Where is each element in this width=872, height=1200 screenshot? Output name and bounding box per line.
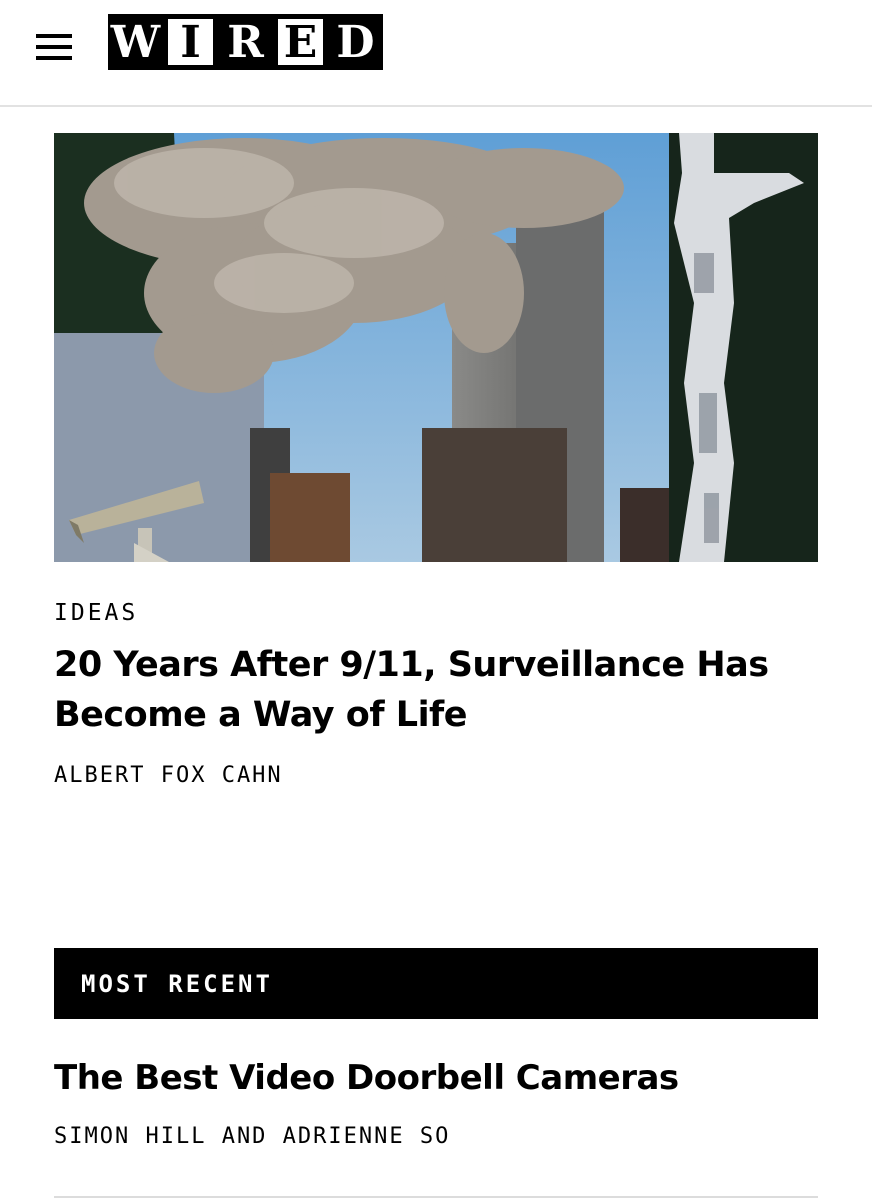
menu-bar (36, 34, 72, 38)
article-headline[interactable]: 20 Years After 9/11, Surveillance Has Be… (54, 640, 814, 740)
recent-item-title[interactable]: The Best Video Doorbell Cameras (54, 1054, 814, 1102)
site-header: W I R E D (0, 0, 872, 107)
hero-collage-image (54, 133, 818, 562)
divider (54, 1196, 818, 1198)
logo-letter: R (218, 14, 273, 70)
menu-bar (36, 45, 72, 49)
wired-logo[interactable]: W I R E D (108, 14, 383, 70)
most-recent-header: MOST RECENT (54, 948, 818, 1019)
article-category[interactable]: IDEAS (54, 600, 138, 626)
logo-letter: D (328, 14, 383, 70)
logo-letter: E (273, 14, 328, 70)
hero-image[interactable] (54, 133, 818, 562)
hamburger-menu-icon[interactable] (36, 34, 72, 60)
article-byline[interactable]: ALBERT FOX CAHN (54, 763, 283, 788)
logo-letter: I (163, 14, 218, 70)
most-recent-label: MOST RECENT (81, 969, 273, 998)
menu-bar (36, 56, 72, 60)
logo-letter: W (108, 14, 163, 70)
recent-item-byline[interactable]: SIMON HILL AND ADRIENNE SO (54, 1124, 450, 1149)
